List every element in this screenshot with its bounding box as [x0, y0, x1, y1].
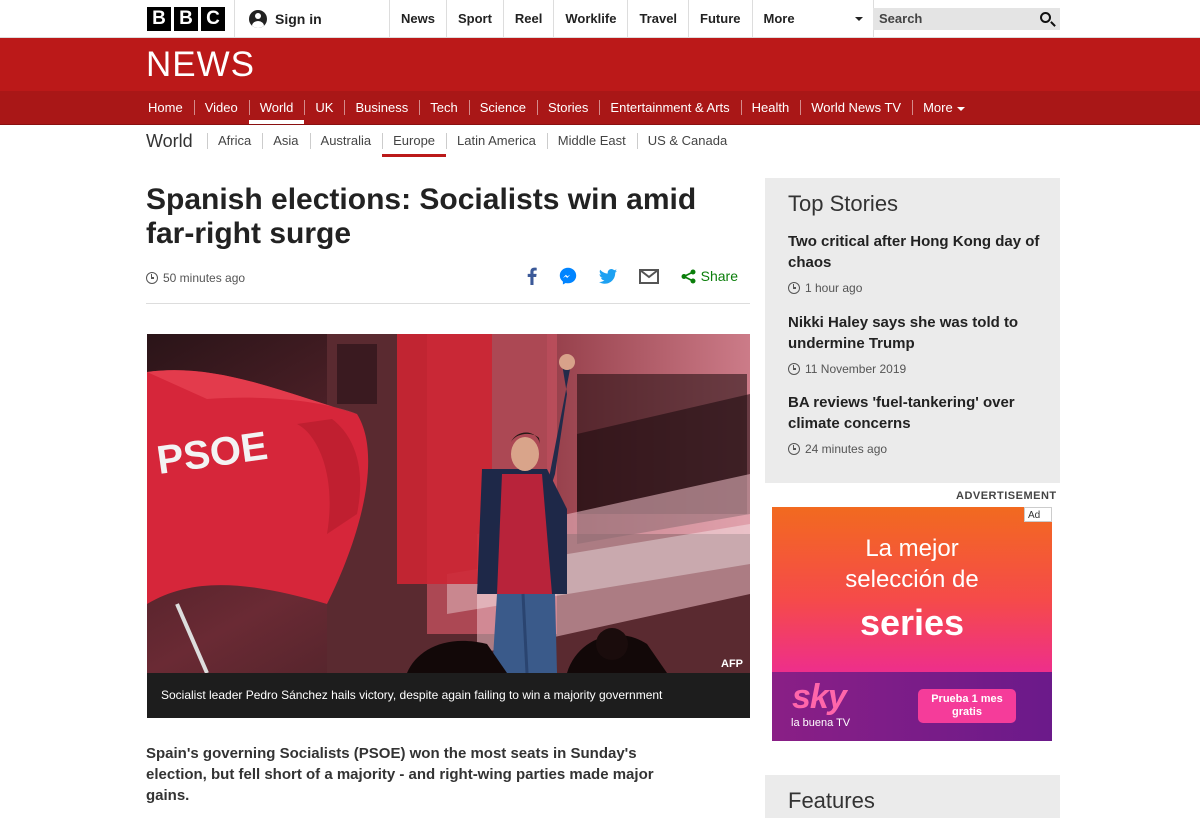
- global-top-bar: B B C Sign in News Sport Reel Worklife T…: [0, 0, 1200, 38]
- hero-photo: PSOE: [147, 334, 750, 673]
- article-timestamp: 50 minutes ago: [146, 271, 245, 285]
- news-banner: NEWS: [0, 38, 1200, 91]
- top-story-item[interactable]: Nikki Haley says she was told to undermi…: [788, 312, 1048, 376]
- ad-cta-button[interactable]: Prueba 1 mes gratis: [918, 689, 1016, 723]
- top-story-title[interactable]: Nikki Haley says she was told to undermi…: [788, 312, 1048, 354]
- top-story-time: 1 hour ago: [788, 281, 1048, 295]
- image-credit: AFP: [721, 658, 743, 670]
- article-intro: Spain's governing Socialists (PSOE) won …: [146, 745, 654, 804]
- nav-video[interactable]: Video: [193, 91, 249, 124]
- section-title[interactable]: World: [146, 131, 193, 152]
- top-nav-reel[interactable]: Reel: [502, 0, 553, 38]
- top-stories-title: Top Stories: [788, 191, 899, 216]
- top-nav-future[interactable]: Future: [688, 0, 751, 38]
- nav-health[interactable]: Health: [740, 91, 801, 124]
- top-nav-worklife[interactable]: Worklife: [553, 0, 627, 38]
- share-button[interactable]: Share: [681, 268, 738, 284]
- subnav-middle-east[interactable]: Middle East: [546, 125, 637, 157]
- ad-headline-emphasis: series: [859, 602, 965, 643]
- twitter-icon[interactable]: [598, 268, 617, 284]
- top-story-item[interactable]: BA reviews 'fuel-tankering' over climate…: [788, 392, 1048, 456]
- nav-more-label: More: [923, 100, 953, 115]
- clock-icon: [788, 363, 800, 375]
- ad-badge-text: Ad: [1028, 510, 1041, 521]
- subnav-australia[interactable]: Australia: [309, 125, 383, 157]
- clock-icon: [146, 272, 158, 284]
- top-nav-more-label: More: [763, 11, 795, 26]
- clock-icon: [788, 443, 800, 455]
- article-headline: Spanish elections: Socialists win amid f…: [146, 183, 697, 250]
- bbc-logo[interactable]: B B C: [147, 7, 225, 31]
- article-time-text: 50 minutes ago: [163, 271, 246, 285]
- ad-footer: sky la buena TV Prueba 1 mes gratis: [772, 672, 1052, 741]
- article-meta: 50 minutes ago Share: [146, 264, 750, 304]
- search-input[interactable]: Search: [873, 8, 1060, 30]
- messenger-icon[interactable]: [559, 267, 577, 285]
- search-label: Search: [879, 11, 923, 26]
- top-nav: News Sport Reel Worklife Travel Future M…: [389, 0, 874, 38]
- ad-headline-line: selección de: [845, 566, 979, 593]
- top-story-time-text: 1 hour ago: [805, 281, 863, 295]
- main-nav: Home Video World UK Business Tech Scienc…: [0, 91, 1200, 125]
- nav-entertainment-arts[interactable]: Entertainment & Arts: [599, 91, 740, 124]
- ad-choices-badge[interactable]: Ad: [1024, 507, 1052, 522]
- clock-icon: [788, 282, 800, 294]
- nav-science[interactable]: Science: [468, 91, 537, 124]
- article-hero-image: PSOE AFP: [147, 334, 750, 673]
- top-nav-news[interactable]: News: [389, 0, 446, 38]
- top-nav-more[interactable]: More: [751, 0, 874, 38]
- top-story-item[interactable]: Two critical after Hong Kong day of chao…: [788, 231, 1048, 295]
- logo-letter: B: [174, 7, 198, 31]
- share-icon: [681, 269, 696, 283]
- nav-world-news-tv[interactable]: World News TV: [800, 91, 912, 124]
- features-panel: Features: [765, 775, 1060, 818]
- top-nav-travel[interactable]: Travel: [627, 0, 688, 38]
- chevron-down-icon: [854, 17, 863, 21]
- nav-home[interactable]: Home: [137, 91, 194, 124]
- email-icon[interactable]: [638, 268, 659, 284]
- subnav-asia[interactable]: Asia: [262, 125, 309, 157]
- logo-letter: B: [147, 7, 171, 31]
- sky-logo: sky: [792, 678, 847, 716]
- image-caption: Socialist leader Pedro Sánchez hails vic…: [147, 673, 750, 718]
- subnav-europe[interactable]: Europe: [382, 125, 446, 157]
- top-story-time-text: 11 November 2019: [805, 362, 907, 376]
- top-nav-sport[interactable]: Sport: [445, 0, 503, 38]
- subnav-africa[interactable]: Africa: [207, 125, 262, 157]
- section-sub-nav: World Africa Asia Australia Europe Latin…: [0, 125, 1200, 159]
- top-stories-panel: Top Stories Two critical after Hong Kong…: [765, 178, 1060, 483]
- user-icon: [249, 10, 267, 28]
- logo-letter: C: [201, 7, 225, 31]
- advertisement-label: ADVERTISEMENT: [956, 490, 1057, 502]
- ad-tagline: la buena TV: [791, 717, 851, 729]
- top-story-time: 11 November 2019: [788, 362, 1048, 376]
- sign-in-label: Sign in: [275, 11, 322, 27]
- top-story-title[interactable]: BA reviews 'fuel-tankering' over climate…: [788, 392, 1048, 434]
- top-story-time: 24 minutes ago: [788, 442, 1048, 456]
- top-story-time-text: 24 minutes ago: [805, 442, 888, 456]
- share-tools: Share: [527, 267, 738, 285]
- search-icon[interactable]: [1040, 12, 1051, 23]
- nav-more[interactable]: More: [912, 91, 976, 124]
- nav-uk[interactable]: UK: [304, 91, 344, 124]
- nav-tech[interactable]: Tech: [419, 91, 468, 124]
- advert-banner[interactable]: Ad La mejor selección de series sky la b…: [772, 507, 1052, 741]
- sign-in-link[interactable]: Sign in: [234, 0, 322, 38]
- subnav-latin-america[interactable]: Latin America: [446, 125, 547, 157]
- nav-stories[interactable]: Stories: [536, 91, 599, 124]
- features-title: Features: [788, 788, 875, 813]
- top-story-title[interactable]: Two critical after Hong Kong day of chao…: [788, 231, 1048, 273]
- share-label: Share: [700, 268, 738, 284]
- ad-headline-line: La mejor: [865, 535, 959, 562]
- chevron-down-icon: [956, 106, 965, 111]
- subnav-us-canada[interactable]: US & Canada: [636, 125, 739, 157]
- facebook-icon[interactable]: [527, 267, 537, 285]
- nav-business[interactable]: Business: [344, 91, 419, 124]
- news-logo[interactable]: NEWS: [146, 47, 255, 82]
- nav-world[interactable]: World: [248, 91, 305, 124]
